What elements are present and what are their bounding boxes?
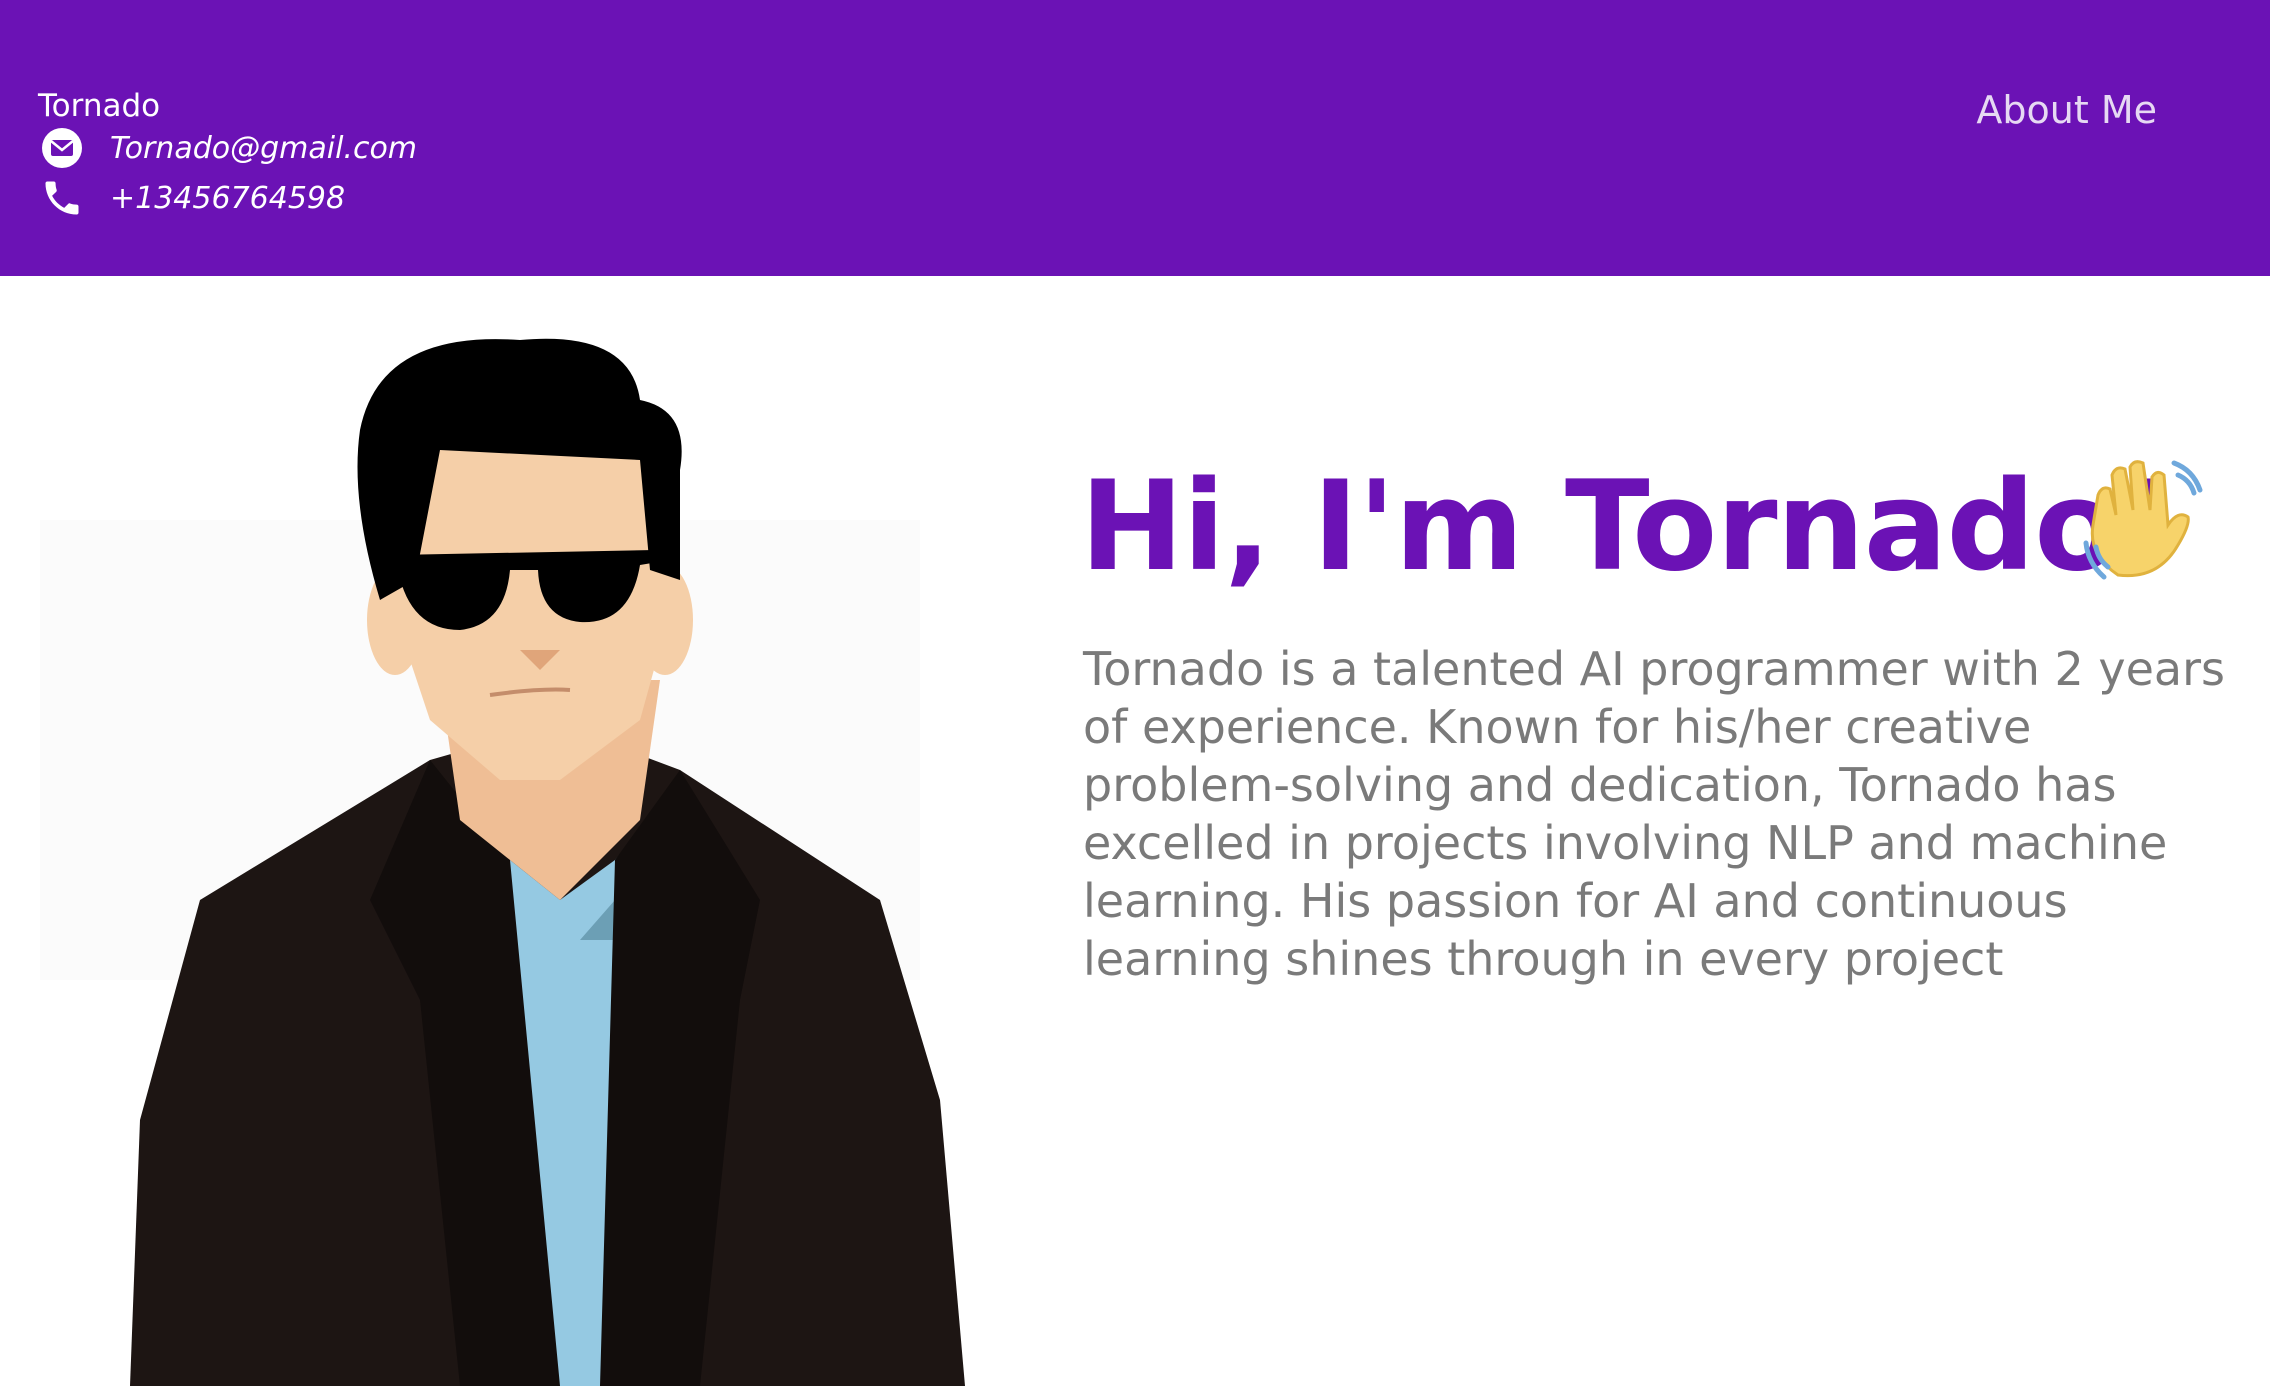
contact-phone[interactable]: +13456764598 bbox=[40, 176, 345, 220]
contact-email[interactable]: Tornado@gmail.com bbox=[40, 126, 417, 170]
envelope-icon bbox=[40, 126, 84, 170]
brand-name: Tornado bbox=[38, 88, 161, 124]
phone-text: +13456764598 bbox=[110, 180, 346, 216]
site-header: Tornado Tornado@gmail.com +13456764598 A… bbox=[0, 0, 2270, 276]
hero-bio: Tornado is a talented AI programmer with… bbox=[1083, 642, 2225, 986]
nav-about-me-link[interactable]: About Me bbox=[1976, 88, 2157, 132]
email-text: Tornado@gmail.com bbox=[110, 130, 418, 166]
waving-hand-icon bbox=[2078, 455, 2208, 585]
avatar-illustration bbox=[40, 300, 970, 1386]
hero-title: Hi, I'm Tornado! bbox=[1080, 455, 2175, 599]
phone-icon bbox=[40, 176, 84, 220]
